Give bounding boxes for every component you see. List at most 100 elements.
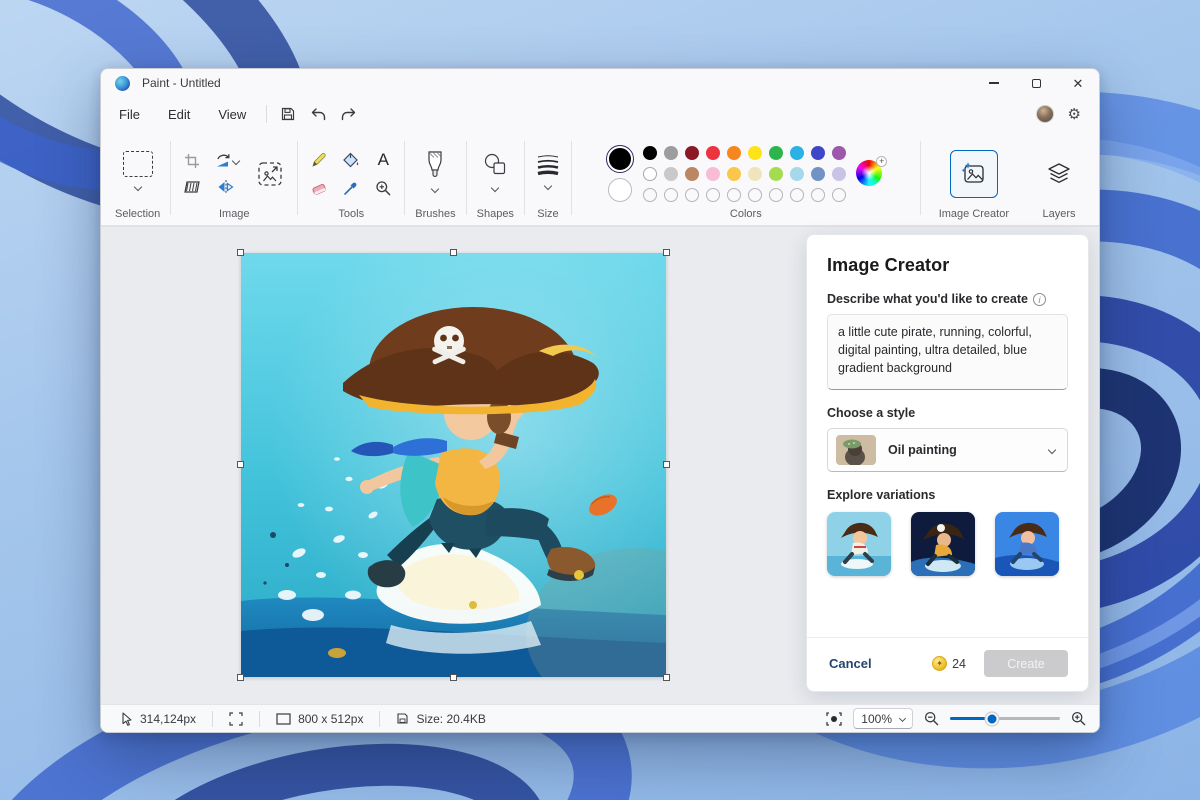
remove-background-button[interactable] [181, 176, 203, 198]
colors-group: + Colors [574, 131, 918, 225]
selection-tool-button[interactable] [123, 151, 153, 177]
selection-handle[interactable] [663, 674, 670, 681]
fit-to-screen-icon[interactable] [825, 711, 843, 727]
palette-empty-slot[interactable] [811, 188, 825, 202]
palette-color[interactable] [769, 146, 783, 160]
canvas[interactable] [241, 253, 666, 677]
minimize-button[interactable] [973, 69, 1015, 97]
menu-view[interactable]: View [204, 102, 260, 127]
cancel-button[interactable]: Cancel [827, 652, 874, 675]
selection-handle[interactable] [237, 674, 244, 681]
maximize-button[interactable] [1015, 69, 1057, 97]
style-chevron-down-icon [1048, 446, 1056, 454]
size-group-label: Size [537, 208, 558, 222]
create-button[interactable]: Create [984, 650, 1068, 677]
shapes-icon[interactable] [482, 151, 508, 177]
settings-gear-icon[interactable]: ⚙ [1068, 105, 1081, 123]
zoom-in-button[interactable] [1070, 710, 1087, 727]
magnifier-tool-button[interactable] [372, 177, 394, 199]
palette-color[interactable] [685, 167, 699, 181]
style-dropdown[interactable]: Oil painting [827, 428, 1068, 472]
undo-button[interactable] [303, 101, 333, 127]
fill-tool-button[interactable] [340, 149, 362, 171]
palette-empty-slot[interactable] [727, 188, 741, 202]
coin-icon [932, 656, 947, 671]
menu-edit[interactable]: Edit [154, 102, 204, 127]
save-button[interactable] [273, 101, 303, 127]
ribbon-divider [524, 141, 525, 215]
image-creator-button[interactable] [950, 150, 998, 198]
palette-color[interactable] [643, 146, 657, 160]
palette-empty-slot[interactable] [664, 188, 678, 202]
palette-color[interactable] [832, 167, 846, 181]
text-tool-button[interactable]: A [372, 149, 394, 171]
palette-empty-slot[interactable] [748, 188, 762, 202]
panel-footer: Cancel 24 Create [807, 637, 1088, 691]
zoom-slider[interactable] [950, 712, 1060, 726]
background-color-swatch[interactable] [608, 178, 632, 202]
redo-button[interactable] [333, 101, 363, 127]
palette-color[interactable] [727, 167, 741, 181]
resize-image-icon [256, 160, 284, 188]
palette-color[interactable] [790, 167, 804, 181]
selection-handle[interactable] [237, 461, 244, 468]
selection-chevron-down-icon[interactable] [133, 183, 141, 191]
brush-icon[interactable] [424, 150, 446, 180]
palette-color[interactable] [664, 167, 678, 181]
brushes-chevron-down-icon[interactable] [431, 184, 439, 192]
rotate-button[interactable] [209, 150, 243, 172]
palette-color[interactable] [685, 146, 699, 160]
palette-color[interactable] [790, 146, 804, 160]
zoom-slider-handle[interactable] [985, 712, 998, 725]
palette-empty-slot[interactable] [685, 188, 699, 202]
palette-color[interactable] [643, 167, 657, 181]
palette-color[interactable] [748, 167, 762, 181]
selection-handle[interactable] [663, 461, 670, 468]
zoom-level-select[interactable]: 100% [853, 708, 913, 729]
pencil-tool-button[interactable] [308, 149, 330, 171]
paint-app-icon [115, 76, 130, 91]
resize-image-button[interactable] [253, 157, 287, 191]
palette-color[interactable] [664, 146, 678, 160]
variation-thumbnail-3[interactable] [995, 512, 1059, 576]
palette-color[interactable] [832, 146, 846, 160]
line-size-icon[interactable] [535, 153, 561, 177]
selection-handle[interactable] [450, 249, 457, 256]
palette-empty-slot[interactable] [706, 188, 720, 202]
variation-thumbnail-1[interactable] [827, 512, 891, 576]
crop-button[interactable] [181, 150, 203, 172]
info-icon[interactable]: i [1033, 293, 1046, 306]
canvas-dimensions-value: 800 x 512px [298, 712, 363, 726]
zoom-out-button[interactable] [923, 710, 940, 727]
palette-color[interactable] [706, 146, 720, 160]
account-avatar[interactable] [1036, 105, 1054, 123]
variation-thumbnail-2[interactable] [911, 512, 975, 576]
foreground-color-swatch[interactable] [607, 146, 633, 172]
image-creator-group: Image Creator [923, 131, 1025, 225]
menu-file[interactable]: File [105, 102, 154, 127]
palette-color[interactable] [811, 146, 825, 160]
image-group-label: Image [219, 208, 250, 222]
palette-empty-slot[interactable] [832, 188, 846, 202]
palette-empty-slot[interactable] [643, 188, 657, 202]
palette-color[interactable] [706, 167, 720, 181]
color-palette [643, 146, 846, 202]
prompt-input[interactable]: a little cute pirate, running, colorful,… [827, 314, 1068, 390]
selection-handle[interactable] [663, 249, 670, 256]
palette-color[interactable] [811, 167, 825, 181]
selection-handle[interactable] [450, 674, 457, 681]
size-chevron-down-icon[interactable] [544, 181, 552, 189]
palette-color[interactable] [769, 167, 783, 181]
palette-color[interactable] [727, 146, 741, 160]
color-picker-tool-button[interactable] [340, 177, 362, 199]
close-button[interactable]: ✕ [1057, 69, 1099, 97]
edit-colors-button[interactable]: + [856, 160, 884, 188]
eraser-tool-button[interactable] [308, 177, 330, 199]
palette-empty-slot[interactable] [790, 188, 804, 202]
palette-empty-slot[interactable] [769, 188, 783, 202]
shapes-chevron-down-icon[interactable] [491, 183, 499, 191]
layers-button[interactable] [1037, 152, 1081, 196]
palette-color[interactable] [748, 146, 762, 160]
flip-button[interactable] [209, 176, 243, 198]
selection-handle[interactable] [237, 249, 244, 256]
